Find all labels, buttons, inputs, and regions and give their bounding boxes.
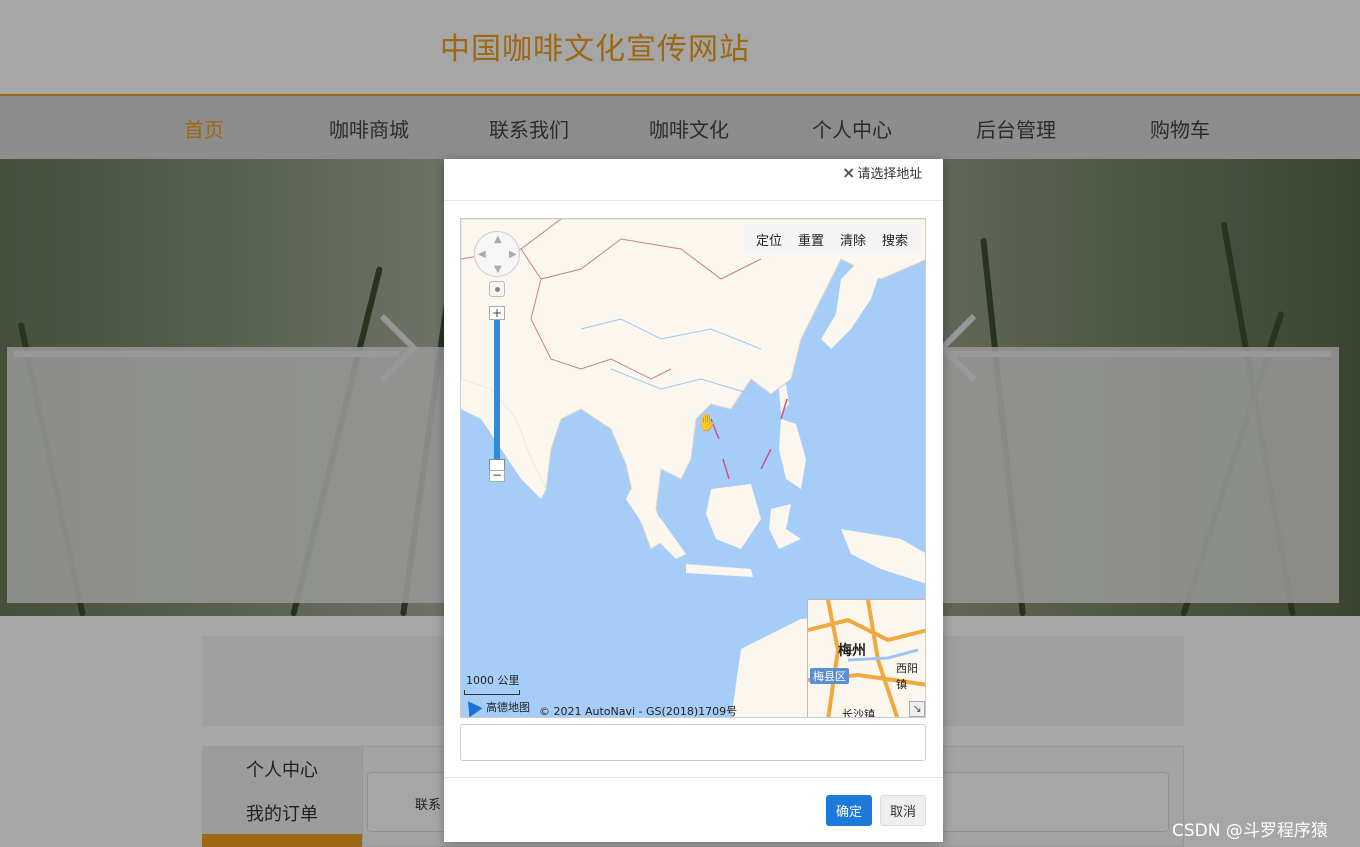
pan-left-icon[interactable]: ◀ [478,249,486,260]
map-locate-dot[interactable] [489,281,505,297]
confirm-button[interactable]: 确定 [826,795,872,826]
pan-up-icon[interactable]: ▲ [494,234,502,245]
overview-city-label: 梅州 [838,643,866,659]
map-view[interactable]: 定位 重置 清除 搜索 ▲ ▼ ◀ ▶ + − ✋ 1000 公里 高德地图 ©… [460,218,926,718]
map-copyright: © 2021 AutoNavi - GS(2018)1709号 [539,705,738,718]
dialog-title: 请选择地址 [857,167,923,182]
map-clear-button[interactable]: 清除 [832,230,874,249]
overview-toggle-button[interactable]: ↘ [909,701,925,717]
amap-logo-text: 高德地图 [486,701,530,714]
pan-down-icon[interactable]: ▼ [494,264,502,275]
close-icon[interactable]: × [842,163,855,182]
zoom-in-button[interactable]: + [489,306,505,320]
overview-district-label: 梅县区 [810,668,849,684]
amap-logo-icon [461,696,483,717]
overview-town-label: 长沙镇 [842,708,875,718]
map-locate-button[interactable]: 定位 [748,230,790,249]
map-scale-label: 1000 公里 [466,674,520,687]
map-toolbar: 定位 重置 清除 搜索 [743,224,920,254]
hand-cursor-icon: ✋ [697,413,717,432]
dialog-header: × 请选择地址 [444,159,943,201]
zoom-out-button[interactable]: − [489,469,505,482]
overview-east-label: 西阳镇 [896,662,918,691]
dialog-close-button[interactable]: × 请选择地址 [842,163,922,182]
map-search-button[interactable]: 搜索 [874,230,916,249]
map-reset-button[interactable]: 重置 [790,230,832,249]
address-input[interactable] [460,724,926,761]
dialog-footer: 确定 取消 [444,777,943,842]
map-scale-bar [464,690,520,695]
map-pan-control[interactable]: ▲ ▼ ◀ ▶ [474,231,520,277]
cancel-button[interactable]: 取消 [880,795,926,826]
address-picker-dialog: × 请选择地址 定位 重置 清除 搜索 ▲ ▼ ◀ ▶ + − ✋ 1000 公… [444,159,943,842]
csdn-watermark: CSDN @斗罗程序猿 [1172,821,1328,841]
zoom-slider-track[interactable] [494,320,500,460]
map-overview[interactable]: 梅州 西阳镇 梅县区 长沙镇 ↘ [807,599,925,718]
amap-logo[interactable]: 高德地图 [461,696,530,717]
pan-right-icon[interactable]: ▶ [509,249,517,260]
